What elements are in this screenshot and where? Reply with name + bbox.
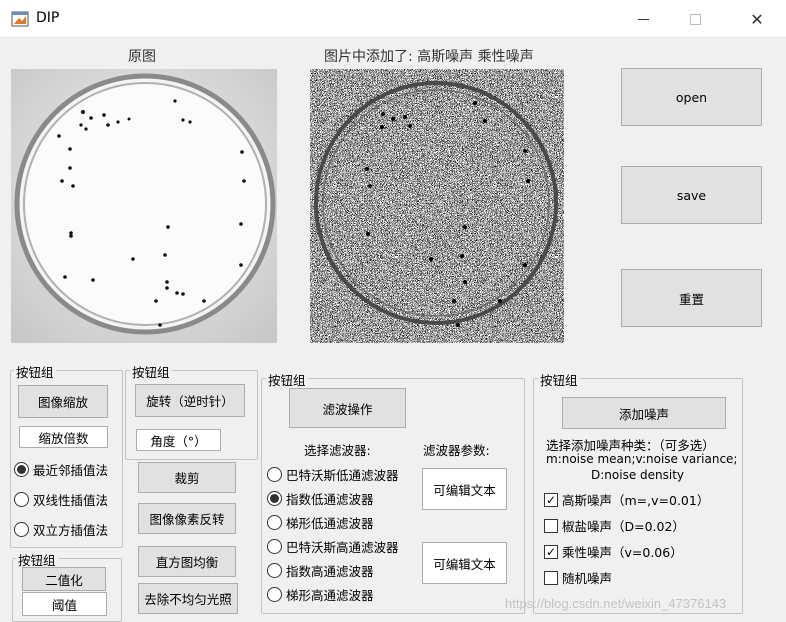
checkbox-unchecked-icon — [544, 570, 558, 585]
maximize-icon — [689, 13, 701, 25]
threshold-field[interactable]: 阈值 — [22, 592, 107, 616]
invert-pixels-button[interactable]: 图像像素反转 — [138, 503, 236, 534]
radio-trapezoid-lowpass[interactable]: 梯形低通滤波器 — [267, 513, 374, 532]
rotate-group-title: 按钮组 — [130, 362, 172, 381]
radio-label: 巴特沃斯高通滤波器 — [286, 540, 399, 555]
checkbox-label: 椒盐噪声（D=0.02） — [562, 519, 685, 534]
checkbox-label: 乘性噪声（v=0.06） — [562, 545, 683, 560]
window-title: DIP — [36, 10, 60, 26]
noise-hint-line-2: m:noise mean;v:noise variance; — [546, 452, 738, 466]
filter-param-field-1[interactable]: 可编辑文本 — [422, 468, 507, 510]
watermark: https://blog.csdn.net/weixin_47376143 — [505, 596, 727, 611]
checkbox-salt-pepper-noise[interactable]: 椒盐噪声（D=0.02） — [544, 516, 685, 535]
binarize-button[interactable]: 二值化 — [22, 567, 106, 591]
radio-label: 梯形低通滤波器 — [286, 516, 374, 531]
radio-label: 指数高通滤波器 — [286, 564, 374, 579]
noise-hint-line-3: D:noise density — [591, 468, 685, 482]
checkbox-label: 高斯噪声（m=,v=0.01） — [562, 493, 710, 508]
filter-operation-button[interactable]: 滤波操作 — [289, 388, 406, 428]
radio-icon — [267, 515, 282, 530]
radio-butterworth-highpass[interactable]: 巴特沃斯高通滤波器 — [267, 537, 399, 556]
radio-label: 巴特沃斯低通滤波器 — [286, 468, 399, 483]
scale-image-button[interactable]: 图像缩放 — [18, 385, 108, 418]
save-button[interactable]: save — [621, 166, 762, 224]
close-button[interactable]: ✕ — [734, 0, 780, 38]
radio-icon — [14, 462, 29, 477]
rotate-button[interactable]: 旋转（逆时针） — [135, 384, 245, 417]
choose-filter-label: 选择滤波器: — [304, 443, 371, 458]
radio-bilinear[interactable]: 双线性插值法 — [14, 490, 108, 509]
radio-exponential-highpass[interactable]: 指数高通滤波器 — [267, 561, 374, 580]
close-icon: ✕ — [750, 9, 764, 29]
maximize-button[interactable] — [672, 0, 718, 38]
crop-button[interactable]: 裁剪 — [138, 462, 236, 493]
radio-butterworth-lowpass[interactable]: 巴特沃斯低通滤波器 — [267, 465, 399, 484]
minimize-button[interactable] — [620, 0, 666, 38]
angle-field[interactable]: 角度（°） — [136, 429, 221, 451]
filter-group-title: 按钮组 — [266, 370, 308, 389]
radio-label: 双立方插值法 — [33, 523, 109, 538]
noise-group-title: 按钮组 — [538, 370, 580, 389]
filter-params-label: 滤波器参数: — [423, 443, 490, 458]
radio-icon — [267, 539, 282, 554]
radio-icon — [14, 492, 29, 507]
radio-label: 双线性插值法 — [33, 493, 109, 508]
radio-icon — [267, 467, 282, 482]
radio-icon — [267, 491, 282, 506]
radio-icon — [267, 587, 282, 602]
radio-icon — [267, 563, 282, 578]
scale-group-title: 按钮组 — [14, 362, 56, 381]
noisy-image-caption: 图片中添加了: 高斯噪声 乘性噪声 — [324, 49, 534, 65]
checkbox-label: 随机噪声 — [562, 571, 613, 586]
radio-icon — [14, 522, 29, 537]
remove-uneven-lighting-button[interactable]: 去除不均匀光照 — [138, 583, 238, 614]
checkbox-unchecked-icon — [544, 518, 558, 533]
original-image-caption: 原图 — [128, 49, 156, 65]
radio-bicubic[interactable]: 双立方插值法 — [14, 520, 108, 539]
open-button[interactable]: open — [621, 68, 762, 126]
minimize-icon — [637, 18, 649, 20]
radio-label: 最近邻插值法 — [33, 463, 109, 478]
add-noise-button[interactable]: 添加噪声 — [562, 397, 726, 429]
filter-param-field-2[interactable]: 可编辑文本 — [422, 542, 507, 584]
title-bar: DIP ✕ — [0, 0, 786, 38]
reset-button[interactable]: 重置 — [621, 269, 762, 327]
checkbox-random-noise[interactable]: 随机噪声 — [544, 568, 612, 587]
checkbox-gaussian-noise[interactable]: ✓ 高斯噪声（m=,v=0.01） — [544, 490, 709, 509]
checkbox-checked-icon: ✓ — [544, 492, 558, 507]
radio-nearest-neighbor[interactable]: 最近邻插值法 — [14, 460, 108, 479]
scale-factor-field[interactable]: 缩放倍数 — [19, 426, 108, 448]
radio-trapezoid-highpass[interactable]: 梯形高通滤波器 — [267, 585, 374, 604]
radio-label: 梯形高通滤波器 — [286, 588, 374, 603]
checkbox-multiplicative-noise[interactable]: ✓ 乘性噪声（v=0.06） — [544, 542, 683, 561]
radio-label: 指数低通滤波器 — [286, 492, 374, 507]
histogram-equalization-button[interactable]: 直方图均衡 — [138, 546, 236, 577]
original-image — [11, 69, 277, 343]
noisy-image — [310, 69, 564, 343]
matlab-app-icon — [11, 11, 29, 27]
checkbox-checked-icon: ✓ — [544, 544, 558, 559]
radio-exponential-lowpass[interactable]: 指数低通滤波器 — [267, 489, 374, 508]
